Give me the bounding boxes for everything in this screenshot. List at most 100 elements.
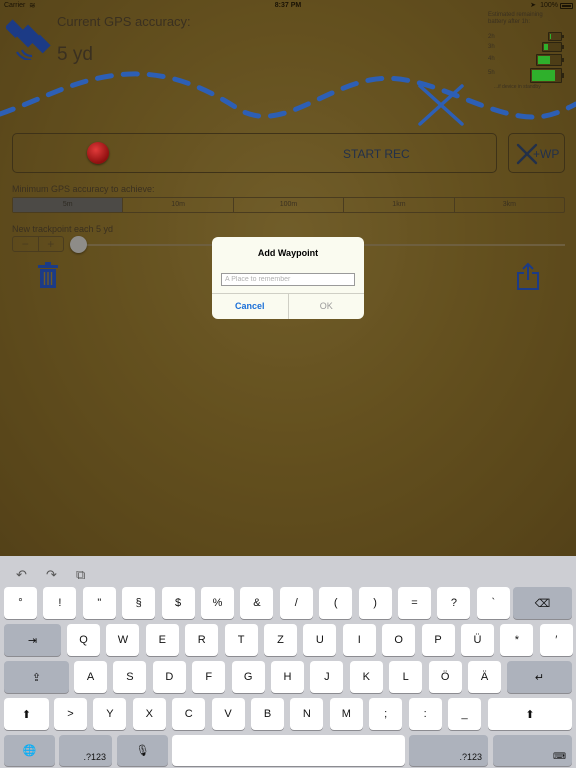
key-row4-4[interactable]: V xyxy=(211,698,245,730)
dialog-ok-button[interactable]: OK xyxy=(289,294,365,319)
accuracy-option-3km[interactable]: 3km xyxy=(455,198,564,212)
share-icon[interactable] xyxy=(516,262,540,290)
key-k[interactable]: K xyxy=(349,661,383,693)
key-row4-3[interactable]: C xyxy=(172,698,206,730)
key-t[interactable]: T xyxy=(224,624,258,656)
status-bar: Carrier ≋ 8:37 PM ➤ 100% xyxy=(0,0,576,12)
key-i[interactable]: I xyxy=(342,624,376,656)
globe-key[interactable]: 🌐 xyxy=(4,735,55,766)
battery-row-label: 3h xyxy=(488,44,495,50)
trackpoint-stepper: − + xyxy=(12,236,64,252)
add-waypoint-dialog: Add Waypoint Cancel OK xyxy=(212,237,364,319)
tab-key[interactable]: ⇥ xyxy=(4,624,61,656)
key-symbol-3[interactable]: § xyxy=(122,587,156,619)
key-l[interactable]: L xyxy=(389,661,423,693)
shift-key-right[interactable]: ⬆ xyxy=(488,698,572,730)
trackpoint-slider-thumb[interactable] xyxy=(70,236,87,253)
key-row4-9[interactable]: : xyxy=(408,698,442,730)
key-row4-2[interactable]: X xyxy=(132,698,166,730)
key-ö[interactable]: Ö xyxy=(428,661,462,693)
key-row4-8[interactable]: ; xyxy=(369,698,403,730)
key-symbol-1[interactable]: ! xyxy=(43,587,77,619)
key-d[interactable]: D xyxy=(152,661,186,693)
key-row4-5[interactable]: B xyxy=(251,698,284,730)
key-symbol-6[interactable]: & xyxy=(240,587,274,619)
key-j[interactable]: J xyxy=(310,661,344,693)
satellite-icon xyxy=(6,19,51,60)
battery-level-fill xyxy=(550,34,551,39)
accuracy-option-100m[interactable]: 100m xyxy=(234,198,345,212)
key-o[interactable]: O xyxy=(382,624,416,656)
key-symbol-10[interactable]: = xyxy=(398,587,431,619)
dialog-cancel-button[interactable]: Cancel xyxy=(212,294,289,319)
key-symbol-2[interactable]: " xyxy=(82,587,116,619)
key-r[interactable]: R xyxy=(185,624,219,656)
key-symbol-9[interactable]: ) xyxy=(358,587,392,619)
key-f[interactable]: F xyxy=(192,661,226,693)
start-recording-button[interactable]: START REC xyxy=(12,133,497,173)
key-symbol-4[interactable]: $ xyxy=(161,587,195,619)
key-s[interactable]: S xyxy=(113,661,147,693)
battery-panel-title: Estimated remaining battery after 1h: xyxy=(488,12,543,25)
waypoint-name-input[interactable] xyxy=(221,273,355,286)
battery-level-fill xyxy=(544,44,548,50)
key-e[interactable]: E xyxy=(145,624,179,656)
shift-key-left[interactable]: ⬆ xyxy=(4,698,49,730)
paste-icon[interactable]: ⧉ xyxy=(76,567,85,583)
battery-level-icon xyxy=(548,32,564,41)
key-row4-1[interactable]: Y xyxy=(93,698,127,730)
trackpoint-interval-label: New trackpoint each 5 yd xyxy=(12,224,114,234)
key-p[interactable]: P xyxy=(421,624,455,656)
battery-estimate-row: 2h xyxy=(488,32,574,41)
key-symbol-0[interactable]: ° xyxy=(4,587,37,619)
key-row4-0[interactable]: > xyxy=(54,698,87,730)
status-time: 8:37 PM xyxy=(274,2,302,9)
undo-icon[interactable]: ↶ xyxy=(16,567,27,583)
key-symbol-7[interactable]: / xyxy=(279,587,313,619)
battery-level-icon xyxy=(542,42,564,52)
caps-lock-key[interactable]: ⇪ xyxy=(4,661,69,693)
accuracy-option-1km[interactable]: 1km xyxy=(344,198,455,212)
add-waypoint-label: +WP xyxy=(533,147,560,161)
numbers-key-left[interactable]: .?123 xyxy=(59,735,112,766)
dictation-key[interactable]: 🎙 xyxy=(117,735,168,766)
stepper-plus-button[interactable]: + xyxy=(39,237,64,251)
accuracy-option-10m[interactable]: 10m xyxy=(123,198,234,212)
accuracy-option-5m[interactable]: 5m xyxy=(13,198,124,212)
numbers-key-right[interactable]: .?123 xyxy=(409,735,488,766)
key-symbol-5[interactable]: % xyxy=(201,587,234,619)
key-a[interactable]: A xyxy=(74,661,107,693)
stepper-minus-button[interactable]: − xyxy=(13,237,39,251)
delete-key[interactable]: ⌫ xyxy=(513,587,572,619)
dialog-title: Add Waypoint xyxy=(257,248,319,258)
key-w[interactable]: W xyxy=(106,624,140,656)
key-ä[interactable]: Ä xyxy=(468,661,501,693)
key-q[interactable]: Q xyxy=(67,624,100,656)
key-row4-10[interactable]: _ xyxy=(448,698,481,730)
location-icon: ➤ xyxy=(530,2,536,9)
key-ü[interactable]: Ü xyxy=(461,624,494,656)
min-accuracy-label: Minimum GPS accuracy to achieve: xyxy=(12,184,155,194)
key-symbol-12[interactable]: ` xyxy=(476,587,510,619)
return-key[interactable]: ↵ xyxy=(507,661,572,693)
start-recording-label: START REC xyxy=(343,147,410,161)
space-key[interactable] xyxy=(172,735,405,766)
track-decoration xyxy=(0,71,576,126)
key-symbol-8[interactable]: ( xyxy=(319,587,353,619)
key-symbol-11[interactable]: ? xyxy=(437,587,471,619)
key-u[interactable]: U xyxy=(303,624,337,656)
key-′[interactable]: ′ xyxy=(539,624,573,656)
key-row4-6[interactable]: N xyxy=(290,698,324,730)
add-waypoint-button[interactable]: +WP xyxy=(508,133,565,173)
key-h[interactable]: H xyxy=(271,661,304,693)
battery-estimate-row: 3h xyxy=(488,42,574,52)
trash-icon[interactable] xyxy=(37,262,59,288)
hide-keyboard-key[interactable]: ⌨ xyxy=(493,735,572,766)
record-dot-icon xyxy=(87,142,109,164)
gps-accuracy-title: Current GPS accuracy: xyxy=(57,14,191,29)
redo-icon[interactable]: ↷ xyxy=(46,567,57,583)
key-*[interactable]: * xyxy=(500,624,534,656)
key-row4-7[interactable]: M xyxy=(329,698,363,730)
key-z[interactable]: Z xyxy=(264,624,297,656)
key-g[interactable]: G xyxy=(231,661,265,693)
